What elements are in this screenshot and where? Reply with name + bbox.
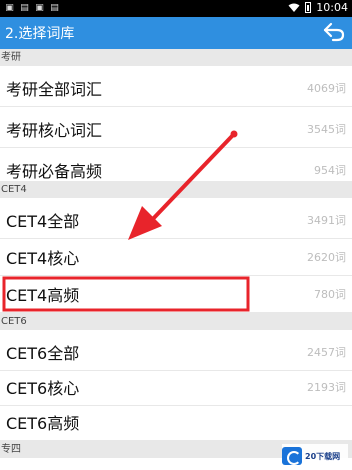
list-item[interactable]: CET6高频 [0,400,352,441]
list-item-label: CET4高频 [6,286,80,305]
list-item-label: CET6高频 [6,414,80,433]
back-arrow-icon[interactable] [322,21,346,43]
wifi-icon [288,3,300,12]
notification-icon: ▤ [20,3,29,13]
list-item[interactable]: CET4核心 2620词 [0,235,352,276]
section-header-kaoyan: 考研 [0,49,352,66]
list-item-label: CET4全部 [6,212,80,231]
list-item-count: 954词 [314,164,346,177]
watermark-logo-icon [282,447,302,465]
list-item-count: 2193词 [307,381,346,394]
list-item-label: CET6核心 [6,379,80,398]
app-bar: 2.选择词库 [0,17,352,49]
section-header-cet6: CET6 [0,313,352,330]
list-item[interactable]: 考研核心词汇 3545词 [0,107,352,148]
notification-icon: ▣ [5,3,14,13]
list-item-count: 2620词 [307,251,346,264]
list-item-count: 3545词 [307,123,346,136]
list-item-label: 考研必备高频 [6,162,103,181]
list-item-label: CET4核心 [6,249,80,268]
list-item-label: 考研核心词汇 [6,121,103,140]
notification-icons: ▣ ▤ ▣ ▤ [4,2,60,14]
status-time: 10:04 [316,1,348,14]
list-item[interactable]: CET4高频 780词 [0,272,352,313]
watermark-text: 20下载网 [305,451,341,461]
list-item-count: 780词 [314,288,346,301]
battery-icon [305,2,312,13]
notification-icon: ▣ [35,3,44,13]
status-bar: ▣ ▤ ▣ ▤ 10:04 [0,0,352,17]
list-item-count: 3491词 [307,214,346,227]
section-header-cet4: CET4 [0,181,352,198]
notification-icon: ▤ [50,3,59,13]
list-item-label: CET6全部 [6,344,80,363]
list-item[interactable]: 考研全部词汇 4069词 [0,66,352,107]
list-item-label: 考研全部词汇 [6,80,103,99]
list-item[interactable]: CET4全部 3491词 [0,198,352,239]
list-item-count: 2457词 [307,346,346,359]
watermark: 20下载网 [282,444,348,468]
page-title: 2.选择词库 [5,26,75,42]
list-item-count: 4069词 [307,82,346,95]
